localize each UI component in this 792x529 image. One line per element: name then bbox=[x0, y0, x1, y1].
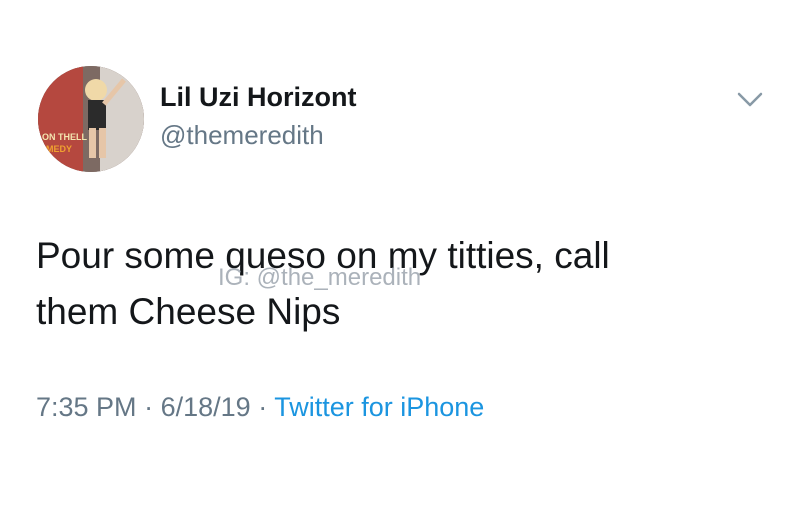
watermark: IG: @the_meredith bbox=[218, 264, 422, 291]
avatar[interactable]: ON THELL MEDY bbox=[38, 66, 144, 172]
tweet-source-link[interactable]: Twitter for iPhone bbox=[274, 392, 484, 422]
meta-separator: · bbox=[144, 392, 154, 422]
svg-text:ON THELL: ON THELL bbox=[42, 132, 87, 142]
tweet-meta: 7:35 PM · 6/18/19 · Twitter for iPhone bbox=[36, 392, 484, 423]
meta-separator: · bbox=[258, 392, 268, 422]
chevron-down-icon[interactable] bbox=[735, 90, 765, 110]
tweet-date[interactable]: 6/18/19 bbox=[161, 392, 251, 422]
tweet-card: ON THELL MEDY Lil Uzi Horizont @themered… bbox=[0, 0, 792, 529]
svg-text:MEDY: MEDY bbox=[46, 144, 72, 154]
tweet-text-line-2: them Cheese Nips bbox=[36, 291, 341, 332]
display-name[interactable]: Lil Uzi Horizont bbox=[160, 82, 356, 113]
user-handle[interactable]: @themeredith bbox=[160, 120, 324, 151]
tweet-time[interactable]: 7:35 PM bbox=[36, 392, 137, 422]
